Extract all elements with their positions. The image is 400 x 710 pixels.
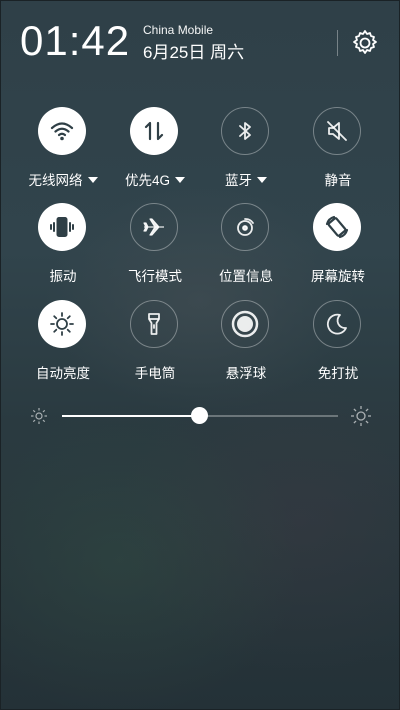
wifi-toggle-button[interactable] xyxy=(38,107,86,155)
toggle-label: 振动 xyxy=(49,269,77,284)
location-icon xyxy=(232,214,258,240)
header-divider xyxy=(337,30,338,56)
location-toggle-button[interactable] xyxy=(221,203,269,251)
mobile-data-toggle-button[interactable] xyxy=(130,107,178,155)
carrier-name: China Mobile xyxy=(143,23,214,37)
bluetooth-toggle-button[interactable] xyxy=(221,107,269,155)
mobile-data-icon xyxy=(141,118,167,144)
date-text: 6月25日 周六 xyxy=(143,43,245,62)
caret-down-icon[interactable] xyxy=(175,177,185,183)
floating-ball-toggle-button[interactable] xyxy=(221,300,269,348)
toggle-wifi[interactable]: 无线网络 xyxy=(18,107,108,197)
toggle-airplane[interactable]: 飞行模式 xyxy=(110,203,200,293)
floating-ball-icon xyxy=(230,309,260,339)
toggle-label: 悬浮球 xyxy=(225,366,267,381)
toggle-flashlight[interactable]: 手电筒 xyxy=(110,300,200,390)
brightness-slider-thumb[interactable] xyxy=(191,407,208,424)
toggle-label: 手电筒 xyxy=(134,366,176,381)
toggle-mute[interactable]: 静音 xyxy=(293,107,383,197)
vibrate-toggle-button[interactable] xyxy=(38,203,86,251)
auto-brightness-toggle-button[interactable] xyxy=(38,300,86,348)
toggle-rotate[interactable]: 屏幕旋转 xyxy=(293,203,383,293)
vibrate-icon xyxy=(49,214,75,240)
mute-icon xyxy=(324,118,350,144)
airplane-icon xyxy=(141,214,167,240)
flashlight-icon xyxy=(141,311,167,337)
rotate-icon xyxy=(323,213,351,241)
brightness-track-filled[interactable] xyxy=(62,415,200,417)
toggle-label: 自动亮度 xyxy=(36,366,90,381)
wifi-icon xyxy=(49,118,75,144)
do-not-disturb-icon xyxy=(324,311,350,337)
airplane-toggle-button[interactable] xyxy=(130,203,178,251)
toggle-vibrate[interactable]: 振动 xyxy=(18,203,108,293)
toggle-label: 屏幕旋转 xyxy=(311,269,365,284)
toggle-do-not-disturb[interactable]: 免打扰 xyxy=(293,300,383,390)
brightness-high-icon xyxy=(350,405,372,427)
toggle-label: 免打扰 xyxy=(317,366,359,381)
clock-time: 01:42 xyxy=(20,17,131,64)
do-not-disturb-toggle-button[interactable] xyxy=(313,300,361,348)
toggle-location[interactable]: 位置信息 xyxy=(201,203,291,293)
toggle-floating-ball[interactable]: 悬浮球 xyxy=(201,300,291,390)
toggle-label: 静音 xyxy=(324,173,352,188)
auto-brightness-icon xyxy=(49,311,75,337)
brightness-track-empty[interactable] xyxy=(200,415,338,417)
mute-toggle-button[interactable] xyxy=(313,107,361,155)
caret-down-icon[interactable] xyxy=(257,177,267,183)
toggle-label: 蓝牙 xyxy=(201,169,291,189)
rotate-toggle-button[interactable] xyxy=(313,203,361,251)
toggle-bluetooth[interactable]: 蓝牙 xyxy=(201,107,291,197)
toggle-label: 飞行模式 xyxy=(128,269,182,284)
bluetooth-icon xyxy=(232,118,258,144)
settings-gear-icon[interactable] xyxy=(349,27,381,59)
toggle-mobile-data[interactable]: 优先4G xyxy=(110,107,200,197)
toggle-label: 优先4G xyxy=(110,169,200,189)
brightness-low-icon xyxy=(30,407,48,425)
toggle-auto-brightness[interactable]: 自动亮度 xyxy=(18,300,108,390)
flashlight-toggle-button[interactable] xyxy=(130,300,178,348)
caret-down-icon[interactable] xyxy=(87,177,98,183)
toggle-label: 位置信息 xyxy=(219,269,273,284)
toggle-label: 无线网络 xyxy=(18,169,108,189)
